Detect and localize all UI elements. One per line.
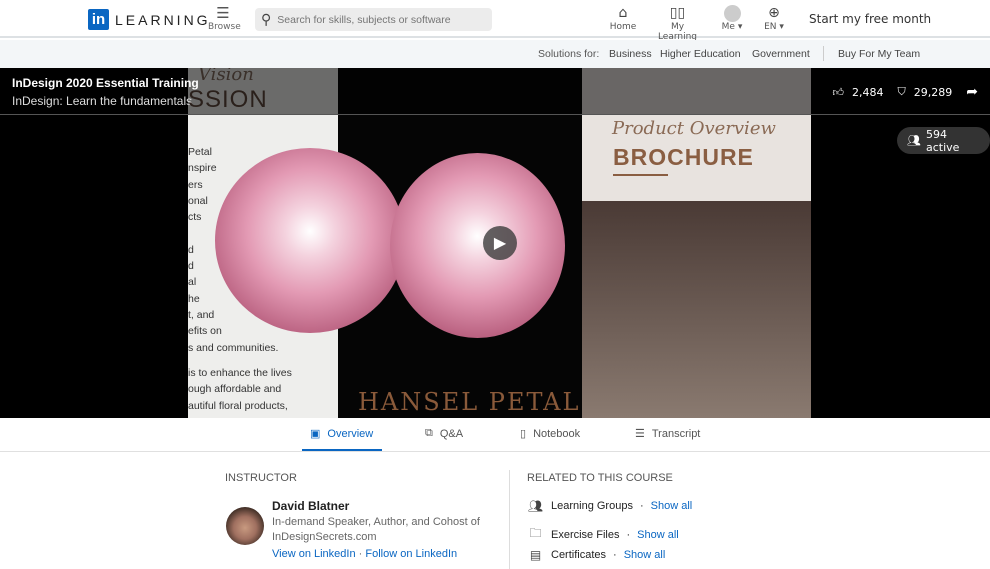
frame-text-line: autiful floral products,	[188, 399, 288, 412]
view-on-linkedin-link[interactable]: View on LinkedIn	[272, 548, 356, 560]
play-button[interactable]: ▶	[483, 226, 517, 260]
linkedin-learning-logo[interactable]: in LEARNING	[88, 9, 211, 30]
search-input[interactable]	[277, 13, 478, 26]
start-free-month-button[interactable]: Start my free month	[809, 12, 931, 26]
frame-brand-text: HANSEL PETAL	[358, 388, 581, 416]
instructor-heading: INSTRUCTOR	[225, 472, 297, 484]
link-government[interactable]: Government	[752, 48, 810, 60]
active-tab-indicator	[302, 449, 382, 451]
related-heading: RELATED TO THIS COURSE	[527, 472, 673, 484]
video-frame-right-page: Product Overview BROCHURE	[582, 68, 811, 418]
globe-icon: ⊕	[768, 5, 780, 21]
frame-text-line: is to enhance the lives	[188, 367, 292, 379]
course-title: InDesign 2020 Essential Training	[12, 76, 199, 90]
frame-text: Product Overview	[612, 118, 776, 139]
logo-text: LEARNING	[115, 11, 211, 28]
transcript-icon: ☰	[635, 428, 645, 440]
active-learners-badge[interactable]: 👥︎ 594 active	[897, 127, 990, 154]
search-icon: ⚲	[261, 11, 272, 28]
list-icon: ☰	[216, 4, 230, 22]
nav-language[interactable]: ⊕ EN ▾	[758, 4, 790, 32]
flower-image	[390, 153, 565, 338]
video-top-bar: InDesign 2020 Essential Training InDesig…	[0, 68, 990, 115]
related-label: Certificates	[551, 549, 607, 561]
tab-label: Transcript	[651, 427, 701, 440]
divider	[613, 174, 668, 176]
nav-me[interactable]: Me ▾	[716, 4, 748, 32]
active-count: 594 active	[925, 127, 960, 154]
avatar	[723, 5, 741, 22]
frame-text: SSION	[188, 86, 268, 113]
separator: ·	[358, 548, 363, 560]
related-learning-groups: 👥︎ Learning Groups · Show all	[527, 499, 693, 513]
chat-icon: ⧉	[425, 427, 433, 439]
like-count: 2,484	[852, 85, 884, 99]
tab-transcript[interactable]: ☰ Transcript	[635, 427, 701, 441]
solutions-label: Solutions for:	[538, 48, 600, 60]
nav-label: My Learning	[657, 22, 698, 42]
browse-button[interactable]: ☰ Browse	[208, 4, 241, 32]
show-all-link[interactable]: Show all	[651, 500, 693, 512]
nav-home[interactable]: ⌂ Home	[607, 4, 639, 32]
tab-label: Notebook	[533, 427, 581, 440]
related-certificates: ▤ Certificates · Show all	[527, 548, 665, 562]
like-icon[interactable]: 👍︎	[833, 86, 845, 99]
related-exercise-files: 🗀 Exercise Files · Show all	[527, 524, 679, 545]
nav-label: EN ▾	[764, 22, 784, 32]
show-all-link[interactable]: Show all	[637, 529, 679, 541]
instructor-name[interactable]: David Blatner	[272, 499, 349, 513]
divider	[509, 470, 510, 569]
content-tabs: ▣ Overview ⧉ Q&A ▯ Notebook ☰ Transcript	[0, 418, 990, 452]
nav-label: Home	[609, 22, 637, 32]
follow-on-linkedin-link[interactable]: Follow on LinkedIn	[365, 548, 457, 560]
bookmark-icon[interactable]: ⛉	[898, 85, 906, 99]
frame-text: Vision	[198, 68, 254, 85]
notebook-icon: ▯	[520, 428, 527, 440]
show-all-link[interactable]: Show all	[624, 549, 666, 561]
book-icon: ▯▯	[669, 5, 686, 21]
search-bar[interactable]: ⚲	[255, 8, 492, 31]
instructor-bio: InDesignSecrets.com	[272, 531, 377, 543]
home-icon: ⌂	[618, 5, 628, 21]
link-higher-education[interactable]: Higher Education	[660, 48, 741, 60]
tab-notebook[interactable]: ▯ Notebook	[520, 427, 581, 441]
link-business[interactable]: Business	[609, 48, 652, 60]
video-subtitle: InDesign: Learn the fundamentals	[12, 94, 193, 108]
instructor-bio: In-demand Speaker, Author, and Cohost of	[272, 516, 480, 528]
nav-my-learning[interactable]: ▯▯ My Learning	[650, 4, 705, 42]
save-count: 29,289	[913, 85, 953, 99]
top-header: in LEARNING ☰Browse ⚲ ⌂Home ▯▯My Learning…	[0, 0, 990, 42]
frame-text-line: ough affordable and	[188, 383, 282, 396]
related-label: Learning Groups	[551, 500, 633, 512]
video-player[interactable]: Petal nspire ers onal cts d d al he t, and efits …	[0, 68, 990, 418]
browse-label: Browse	[208, 22, 241, 32]
linkedin-logo-icon: in	[88, 9, 109, 30]
solutions-bar: Solutions for: Business Higher Education…	[0, 40, 990, 68]
frame-text: BROCHURE	[613, 144, 754, 170]
flower-image	[215, 148, 405, 333]
share-icon[interactable]: ➦	[966, 84, 978, 100]
overview-icon: ▣	[310, 428, 321, 440]
tab-overview[interactable]: ▣ Overview	[310, 427, 374, 441]
frame-text-line: s and communities.	[188, 341, 279, 354]
tab-label: Q&A	[439, 427, 464, 440]
nav-label: Me ▾	[721, 22, 743, 32]
frame-text-line: efits on	[188, 325, 222, 338]
folder-icon: 🗀	[529, 526, 542, 540]
related-label: Exercise Files	[551, 528, 620, 541]
people-icon: 👥︎	[907, 134, 921, 147]
tab-qa[interactable]: ⧉ Q&A	[425, 427, 463, 440]
tab-label: Overview	[327, 427, 374, 440]
play-icon: ▶	[493, 233, 507, 252]
divider	[823, 46, 824, 61]
certificate-icon: ▤	[529, 548, 542, 562]
buy-for-my-team-link[interactable]: Buy For My Team	[838, 48, 920, 60]
group-icon: 👥︎	[527, 499, 544, 513]
instructor-avatar[interactable]	[226, 507, 264, 545]
